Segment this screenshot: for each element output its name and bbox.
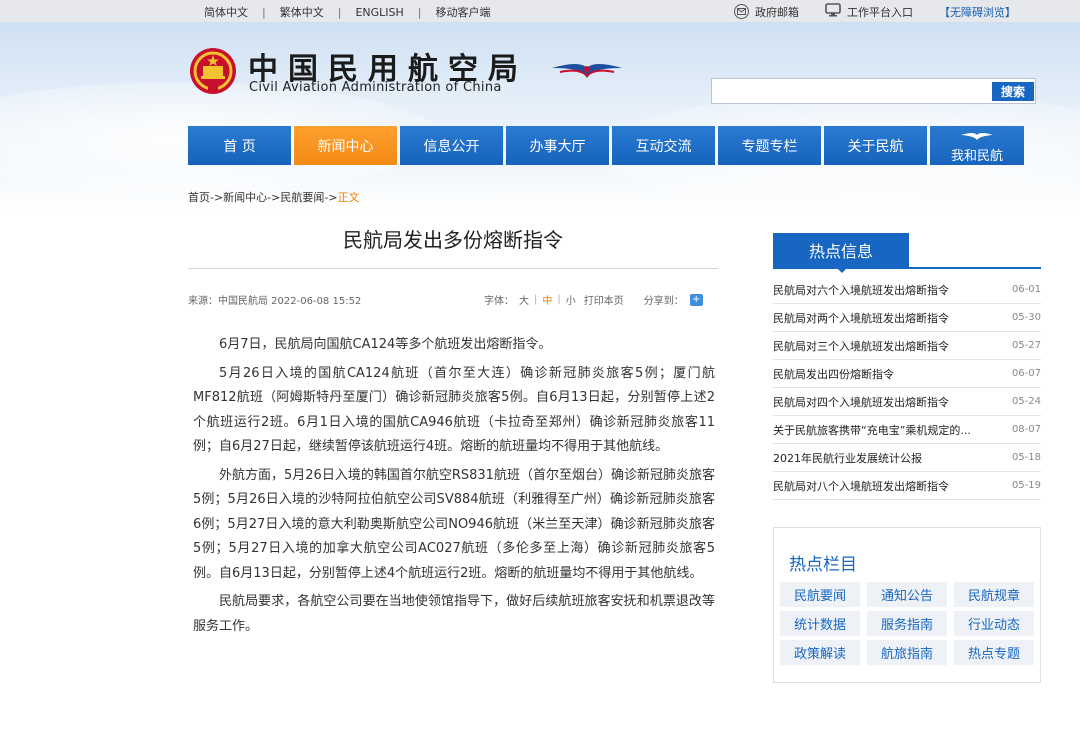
breadcrumb-current: 正文 — [337, 191, 360, 204]
plane-icon — [960, 130, 994, 145]
hot-info-divider — [773, 267, 1041, 269]
column-link[interactable]: 行业动态 — [954, 611, 1034, 636]
title-divider — [188, 268, 718, 269]
site-header: 中国民用航空局 Civil Aviation Administration of… — [0, 22, 1080, 212]
article-tools: 字体： 大 | 中 | 小 打印本页 分享到： + — [484, 292, 703, 307]
work-platform-link[interactable]: 工作平台入口 — [825, 3, 913, 20]
breadcrumb-path[interactable]: 首页->新闻中心->民航要闻-> — [188, 191, 338, 204]
list-item[interactable]: 民航局对两个入境航班发出熔断指令 05-30 — [773, 304, 1041, 332]
article-title: 民航局发出多份熔断指令 — [343, 228, 563, 252]
article-paragraph: 5月26日入境的国航CA124航班（首尔至大连）确诊新冠肺炎旅客5例；厦门航MF… — [193, 365, 715, 455]
gov-mail-label: 政府邮箱 — [755, 5, 799, 19]
nav-me-and-aviation[interactable]: 我和民航 — [930, 126, 1024, 165]
search-button[interactable]: 搜索 — [992, 82, 1034, 101]
accessibility-link[interactable]: 【无障碍浏览】 — [939, 4, 1016, 20]
list-item[interactable]: 民航局对三个入境航班发出熔断指令 05-27 — [773, 332, 1041, 360]
font-size-large[interactable]: 大 — [519, 292, 529, 307]
article-paragraph: 6月7日，民航局向国航CA124等多个航班发出熔断指令。 — [219, 337, 552, 352]
mobile-client-link[interactable]: 移动客户端 — [422, 4, 505, 20]
hot-columns-grid: 民航要闻 通知公告 民航规章 统计数据 服务指南 行业动态 政策解读 航旅指南 … — [780, 582, 1034, 665]
nav-about[interactable]: 关于民航 — [824, 126, 927, 165]
article-paragraph: 外航方面，5月26日入境的韩国首尔航空RS831航班（首尔至烟台）确诊新冠肺炎旅… — [193, 467, 715, 581]
nav-service-hall[interactable]: 办事大厅 — [506, 126, 609, 165]
monitor-icon — [825, 3, 841, 20]
column-link[interactable]: 民航要闻 — [780, 582, 860, 607]
font-size-small[interactable]: 小 — [566, 292, 576, 307]
search-input[interactable] — [711, 78, 1036, 104]
hot-info-list: 民航局对六个入境航班发出熔断指令 06-01 民航局对两个入境航班发出熔断指令 05… — [773, 276, 1041, 500]
font-size-label: 字体： — [484, 296, 514, 307]
column-link[interactable]: 通知公告 — [867, 582, 947, 607]
lang-english-link[interactable]: ENGLISH — [341, 6, 417, 19]
list-item[interactable]: 民航局对六个入境航班发出熔断指令 06-01 — [773, 276, 1041, 304]
gov-mail-link[interactable]: 政府邮箱 — [734, 4, 799, 20]
font-size-medium[interactable]: 中 — [542, 292, 552, 307]
lang-simplified-link[interactable]: 简体中文 — [204, 4, 262, 20]
article-body: 6月7日，民航局向国航CA124等多个航班发出熔断指令。 5月26日入境的国航C… — [193, 333, 715, 643]
nav-info-disclosure[interactable]: 信息公开 — [400, 126, 503, 165]
print-page-link[interactable]: 打印本页 — [584, 292, 624, 307]
lang-traditional-link[interactable]: 繁体中文 — [266, 4, 338, 20]
list-item[interactable]: 民航局对八个入境航班发出熔断指令 05-19 — [773, 472, 1041, 500]
share-label: 分享到： — [643, 296, 684, 307]
nav-me-and-aviation-label: 我和民航 — [950, 149, 1003, 164]
hot-columns-panel: 热点栏目 民航要闻 通知公告 民航规章 统计数据 服务指南 行业动态 政策解读 … — [773, 527, 1041, 683]
national-emblem-icon — [188, 46, 238, 96]
top-utility-bar: 简体中文 | 繁体中文 | ENGLISH | 移动客户端 政府邮箱 工作平台入… — [0, 0, 1080, 22]
column-link[interactable]: 政策解读 — [780, 640, 860, 665]
nav-interaction[interactable]: 互动交流 — [612, 126, 715, 165]
column-link[interactable]: 服务指南 — [867, 611, 947, 636]
column-link[interactable]: 航旅指南 — [867, 640, 947, 665]
list-item[interactable]: 2021年民航行业发展统计公报 05-18 — [773, 444, 1041, 472]
column-link[interactable]: 热点专题 — [954, 640, 1034, 665]
breadcrumb: 首页->新闻中心->民航要闻->正文 — [188, 189, 360, 205]
hot-columns-title: 热点栏目 — [789, 555, 857, 575]
main-nav: 首 页 新闻中心 信息公开 办事大厅 互动交流 专题专栏 关于民航 我和民航 — [188, 126, 1024, 165]
mail-icon — [734, 4, 749, 19]
list-item[interactable]: 关于民航旅客携带“充电宝”乘机规定的... 08-07 — [773, 416, 1041, 444]
nav-special-topics[interactable]: 专题专栏 — [718, 126, 821, 165]
wings-logo-icon — [550, 58, 624, 86]
hot-info-tab[interactable]: 热点信息 — [773, 233, 909, 273]
language-links: 简体中文 | 繁体中文 | ENGLISH | 移动客户端 — [204, 4, 505, 20]
article-source: 来源：中国民航局 2022-06-08 15:52 — [188, 296, 362, 307]
site-logo-english: Civil Aviation Administration of China — [249, 80, 502, 95]
list-item[interactable]: 民航局对四个入境航班发出熔断指令 05-24 — [773, 388, 1041, 416]
list-item[interactable]: 民航局发出四份熔断指令 06-07 — [773, 360, 1041, 388]
share-plus-icon[interactable]: + — [689, 293, 703, 306]
top-right-links: 政府邮箱 工作平台入口 【无障碍浏览】 — [734, 3, 1016, 20]
column-link[interactable]: 民航规章 — [954, 582, 1034, 607]
article-paragraph: 民航局要求，各航空公司要在当地使领馆指导下，做好后续航班旅客安抚和机票退改等服务… — [193, 594, 715, 634]
work-platform-label: 工作平台入口 — [847, 5, 913, 19]
nav-home[interactable]: 首 页 — [188, 126, 291, 165]
column-link[interactable]: 统计数据 — [780, 611, 860, 636]
nav-news-center[interactable]: 新闻中心 — [294, 126, 397, 165]
